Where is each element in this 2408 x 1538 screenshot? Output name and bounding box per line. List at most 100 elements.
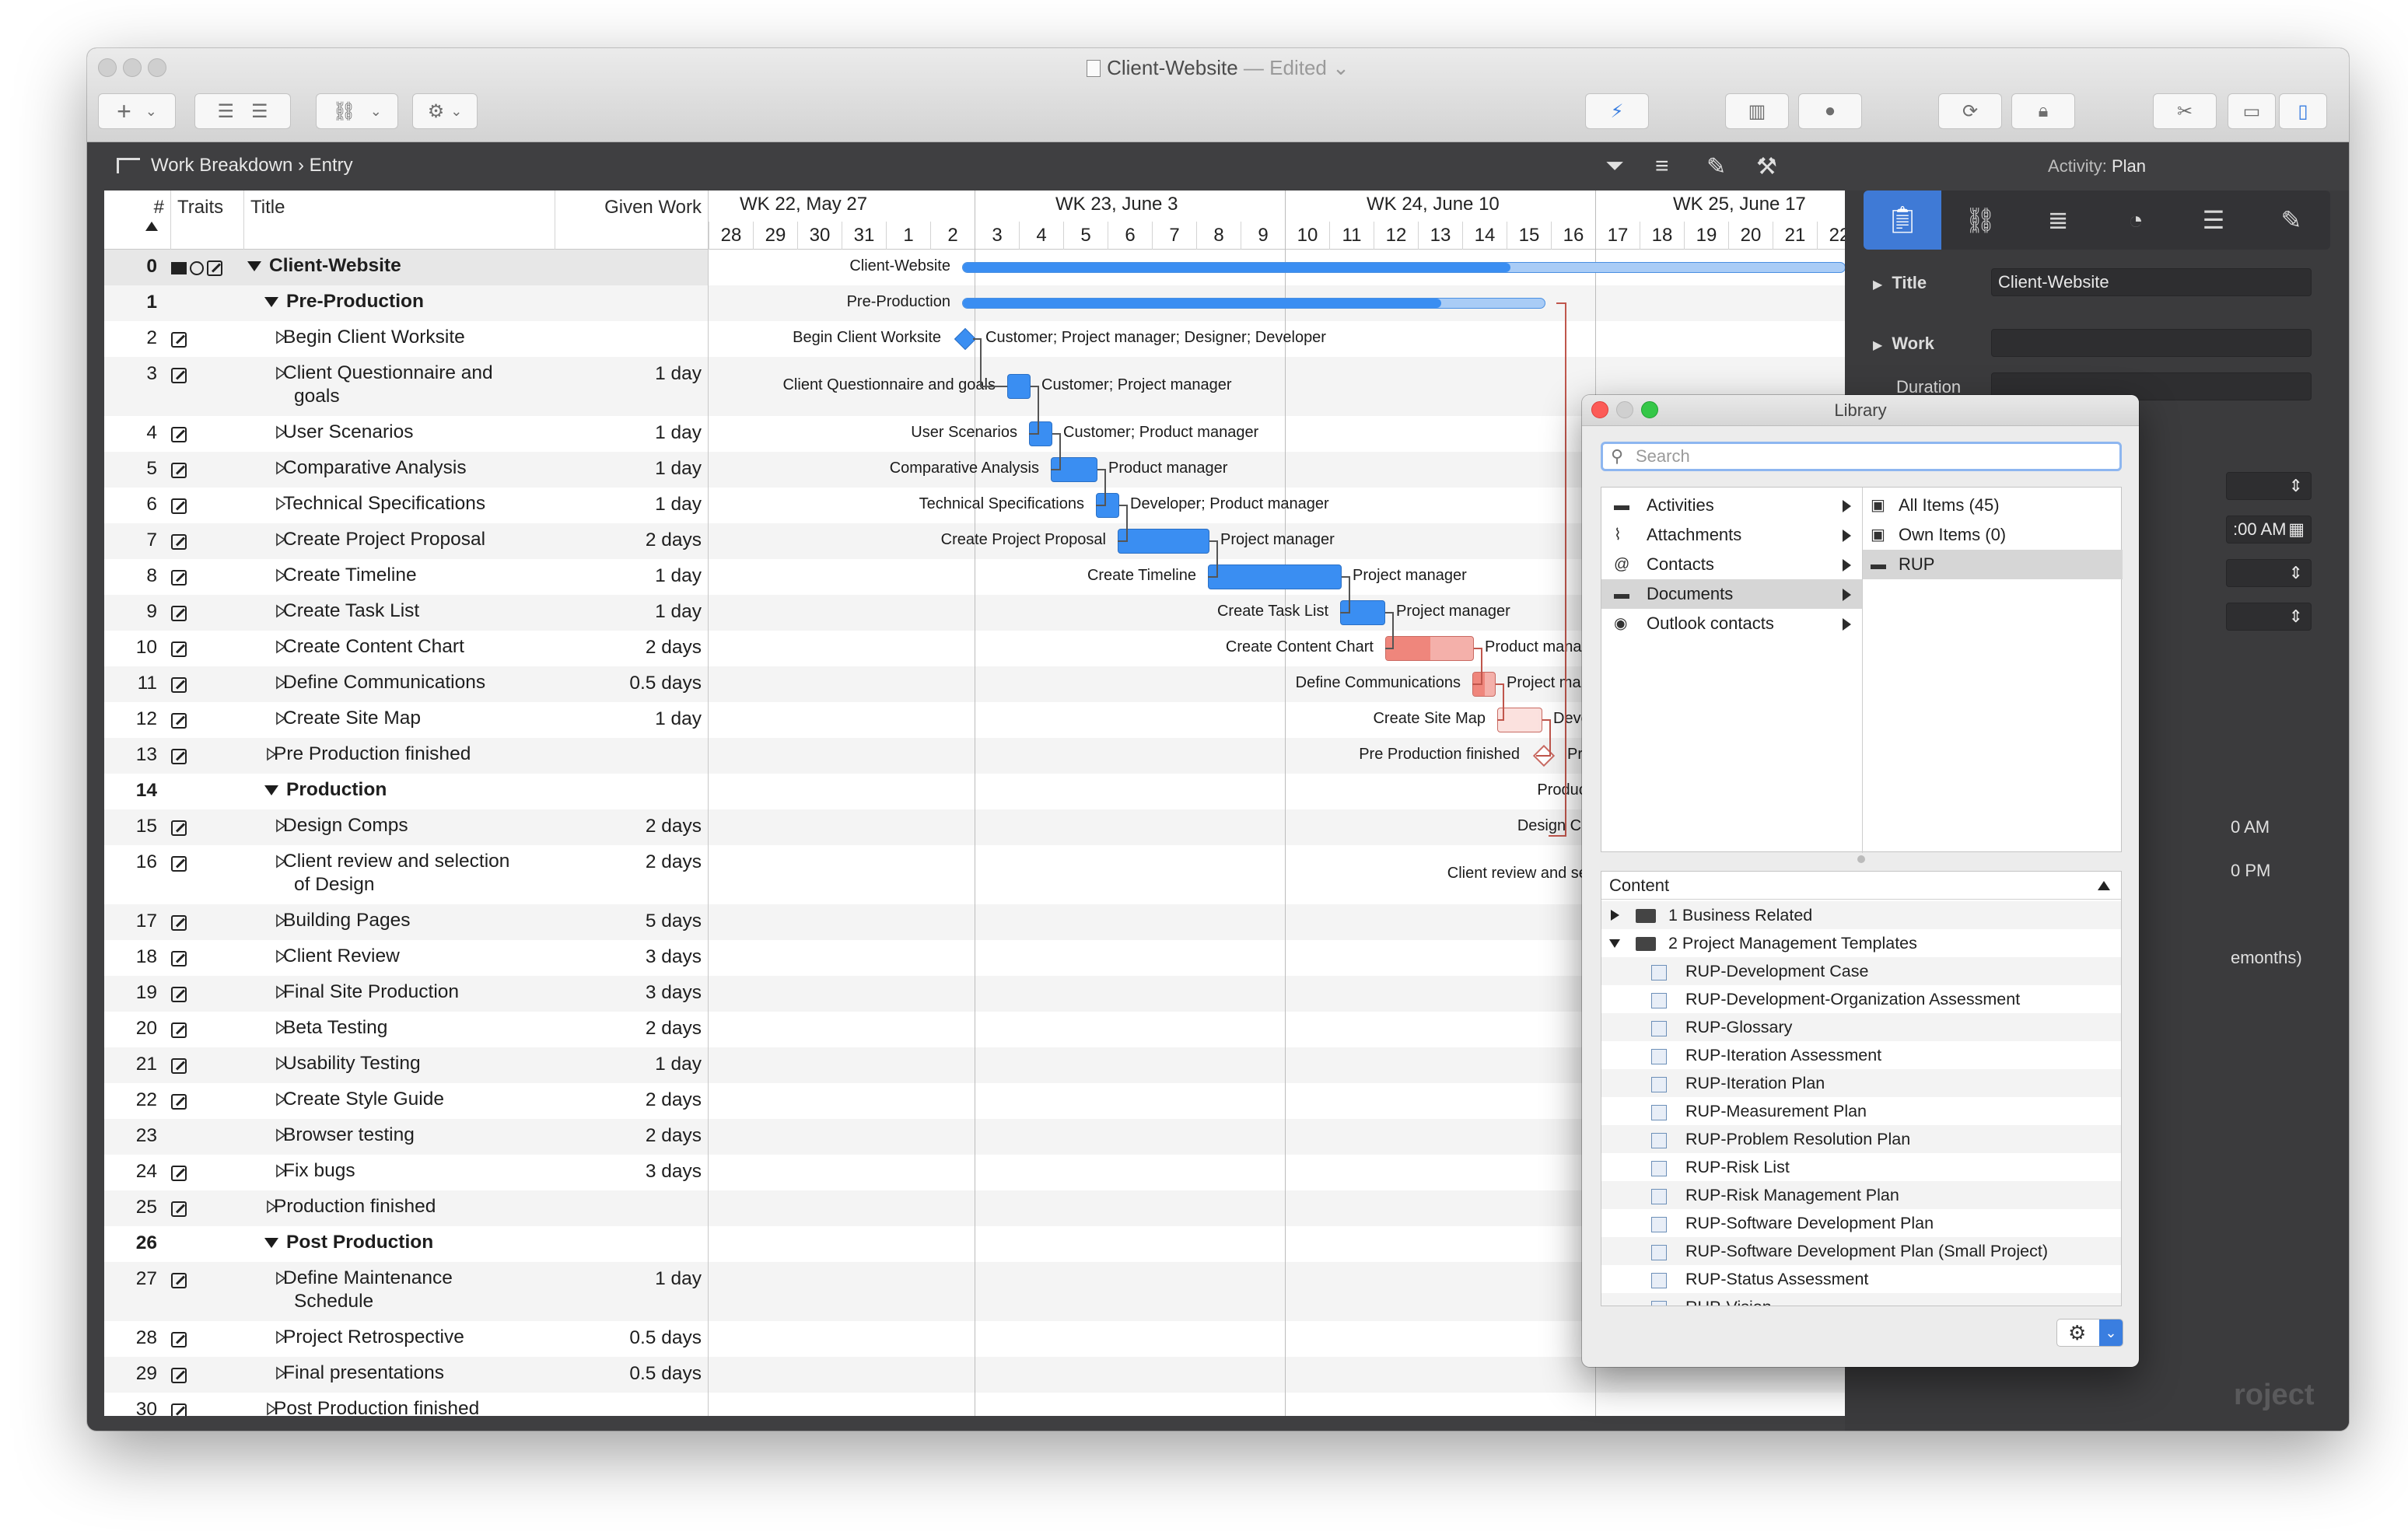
column-header-title[interactable]: Title [244,191,555,250]
task-title[interactable]: Create Timeline [275,564,540,587]
given-work-value[interactable]: 1 day [555,565,702,587]
task-bar[interactable] [1340,600,1385,625]
outline-row[interactable]: 1 Pre-Production [104,285,708,321]
task-title[interactable]: Create Style Guide [275,1088,540,1111]
tab-progress[interactable]: ◔ [2097,191,2175,250]
refresh-button[interactable]: ⟳ [1938,93,2002,129]
given-work-value[interactable]: 3 days [555,946,702,968]
given-work-value[interactable]: 2 days [555,851,702,873]
column-header-number[interactable]: # [104,191,171,250]
outline-row[interactable]: 9 Create Task List 1 day [104,595,708,631]
quick-action-button[interactable]: ⚡ [1585,93,1649,129]
library-content-item[interactable]: RUP-Risk List [1601,1153,2121,1181]
library-content-item[interactable]: RUP-Glossary [1601,1013,2121,1041]
outline-row[interactable]: 16 Client review and selection of Design 2 … [104,845,708,904]
outline-row[interactable]: 21 Usability Testing 1 day [104,1047,708,1083]
title-field[interactable]: Client-Website [1991,268,2312,296]
outline-row[interactable]: 4 User Scenarios 1 day [104,416,708,452]
task-title[interactable]: Pre-Production [264,290,540,313]
library-content-item[interactable]: RUP-Status Assessment [1601,1265,2121,1293]
library-subitem[interactable]: ▣ Own Items (0) [1863,520,2123,550]
given-work-value[interactable]: 2 days [555,637,702,659]
popup-field-3[interactable]: ⇕ [2226,603,2312,631]
task-bar[interactable] [1497,708,1542,732]
work-field[interactable] [1991,329,2312,357]
given-work-value[interactable]: 1 day [555,1268,702,1290]
resources-button[interactable]: ● [1798,93,1862,129]
outline-row[interactable]: 27 Define Maintenance Schedule 1 day [104,1262,708,1321]
outline-row[interactable]: 8 Create Timeline 1 day [104,559,708,595]
tab-notes[interactable]: ✎ [2252,191,2330,250]
task-title[interactable]: Fix bugs [275,1159,540,1183]
close-panel-button[interactable] [1591,401,1608,418]
task-bar[interactable] [1385,636,1474,661]
brush-icon[interactable]: ✎ [1706,153,1734,181]
given-work-value[interactable]: 3 days [555,982,702,1004]
outline-row[interactable]: 18 Client Review 3 days [104,940,708,976]
given-work-value[interactable]: 1 day [555,494,702,516]
tab-activity[interactable]: 📋︎ [1864,191,1941,250]
task-title[interactable]: User Scenarios [275,421,540,444]
task-title[interactable]: Usability Testing [275,1052,540,1075]
library-content-item[interactable]: RUP-Iteration Assessment [1601,1041,2121,1069]
toggle-bottom-pane-button[interactable]: ▭ [2228,93,2276,129]
outline-row[interactable]: 7 Create Project Proposal 2 days [104,523,708,559]
outline-row[interactable]: 30 Post Production finished [104,1393,708,1416]
disclosure-down-icon[interactable] [264,785,278,796]
title-chevron-icon[interactable]: ⌄ [1327,56,1349,79]
indent-outdent-button[interactable]: ☰ ☰ [194,93,291,129]
library-content-item[interactable]: RUP-Software Development Plan (Small Pro… [1601,1237,2121,1265]
splitter-handle[interactable] [1857,855,1865,863]
toggle-inspector-button[interactable]: ▯ [2279,93,2327,129]
minimize-panel-button[interactable] [1616,401,1633,418]
outline-row[interactable]: 23 Browser testing 2 days [104,1119,708,1155]
column-header-traits[interactable]: Traits [171,191,244,250]
work-disclosure[interactable]: ▶ Work [1873,334,1934,354]
outline-row[interactable]: 19 Final Site Production 3 days [104,976,708,1012]
library-category-attachments[interactable]: ⌇ Attachments [1601,520,1862,550]
task-bar[interactable] [1096,493,1119,518]
add-button[interactable]: + ⌄ [98,93,176,129]
outline-row[interactable]: 24 Fix bugs 3 days [104,1155,708,1190]
outline-row[interactable]: 6 Technical Specifications 1 day [104,488,708,523]
library-action-button[interactable]: ⚙ ⌄ [2056,1319,2123,1347]
library-toolbar-button[interactable]: ▥ [1725,93,1789,129]
task-title[interactable]: Design Comps [275,814,540,837]
task-title[interactable]: Create Project Proposal [275,528,540,551]
outline-row[interactable]: 25 Production finished [104,1190,708,1226]
library-content-item[interactable]: RUP-Risk Management Plan [1601,1181,2121,1209]
outline-row[interactable]: 26 Post Production [104,1226,708,1262]
given-work-value[interactable]: 2 days [555,1018,702,1040]
tab-cost[interactable]: ≣ [2019,191,2097,250]
library-content-item[interactable]: RUP-Iteration Plan [1601,1069,2121,1097]
content-header[interactable]: Content [1601,872,2121,900]
filter-icon[interactable]: ⏷ [1605,153,1633,181]
task-bar[interactable] [1208,565,1342,589]
outline-row[interactable]: 14 Production [104,774,708,809]
given-work-value[interactable]: 3 days [555,1161,702,1183]
task-title[interactable]: Create Content Chart [275,635,540,659]
library-category-documents[interactable]: ▬ Documents [1601,579,1862,609]
outline-row[interactable]: 12 Create Site Map 1 day [104,702,708,738]
tab-fields[interactable]: ☰ [2175,191,2252,250]
library-content-item[interactable]: RUP-Measurement Plan [1601,1097,2121,1125]
library-category-outlook-contacts[interactable]: ◉ Outlook contacts [1601,609,1862,638]
task-title[interactable]: Pre Production finished [266,743,540,766]
columns-icon[interactable]: ≡ [1655,153,1683,181]
outline-row[interactable]: 3 Client Questionnaire and goals 1 day [104,357,708,416]
outline-row[interactable]: 15 Design Comps 2 days [104,809,708,845]
outline-row[interactable]: 5 Comparative Analysis 1 day [104,452,708,488]
given-work-value[interactable]: 1 day [555,422,702,444]
popup-field-1[interactable]: ⇕ [2226,472,2312,500]
task-bar[interactable] [1029,421,1052,446]
given-work-value[interactable]: 2 days [555,1125,702,1147]
task-title[interactable]: Building Pages [275,909,540,932]
library-content-item[interactable]: 1 Business Related [1601,901,2121,929]
given-work-value[interactable]: 0.5 days [555,1327,702,1349]
outline-row[interactable]: 0 Client-Website [104,250,708,285]
library-content-item[interactable]: 2 Project Management Templates [1601,929,2121,957]
library-search-input[interactable]: ⚲ Search [1601,442,2122,471]
breadcrumb-current[interactable]: Entry [310,155,353,176]
task-title[interactable]: Define Communications [275,671,540,694]
task-title[interactable]: Comparative Analysis [275,456,540,480]
